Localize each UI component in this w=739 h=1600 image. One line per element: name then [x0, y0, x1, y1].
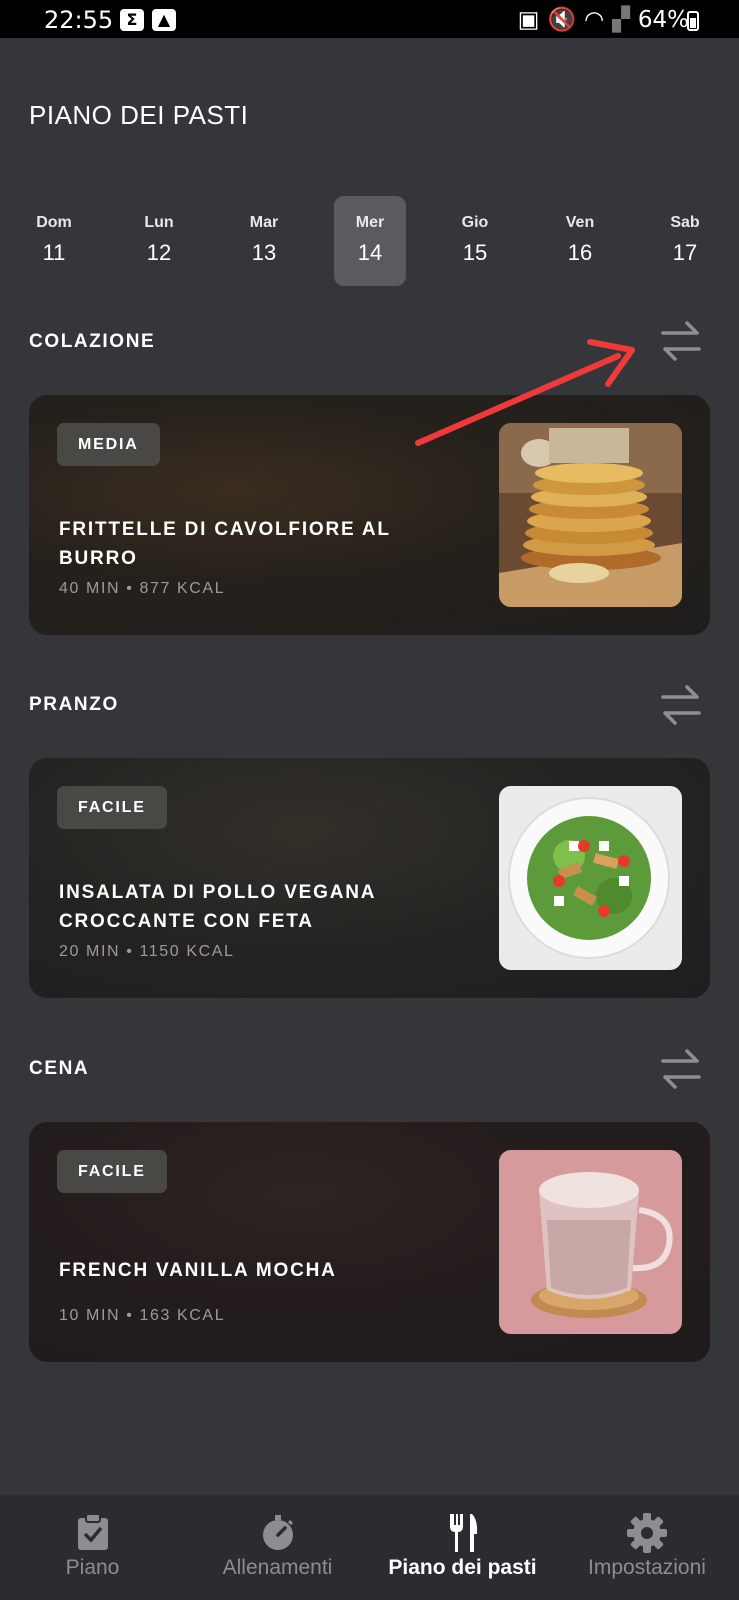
screenshot-icon: ▣	[517, 6, 540, 33]
meal-image-salad	[499, 786, 682, 970]
day-tuesday[interactable]: Mar 13	[228, 196, 300, 286]
meal-name: FRENCH VANILLA MOCHA	[59, 1260, 337, 1281]
difficulty-badge: FACILE	[57, 786, 167, 829]
nav-item-allenamenti[interactable]: Allenamenti	[185, 1495, 370, 1600]
status-time: 22:55	[44, 6, 114, 34]
stopwatch-icon	[262, 1515, 293, 1550]
day-monday[interactable]: Lun 12	[123, 196, 195, 286]
day-name: Ven	[565, 214, 595, 231]
day-sunday[interactable]: Dom 11	[18, 196, 90, 286]
week-day-selector: Dom 11 Lun 12 Mar 13 Mer 14 Gio 15 Ven 1…	[18, 196, 718, 286]
status-system-icons: ▣ 🔇 ◠ ▞ 64%	[517, 6, 689, 34]
day-date: 15	[462, 240, 488, 265]
meal-image-mocha	[499, 1150, 682, 1334]
day-name: Dom	[36, 214, 72, 231]
day-name: Gio	[461, 214, 489, 231]
day-thursday[interactable]: Gio 15	[439, 196, 511, 286]
gallery-icon: ▲	[152, 9, 176, 31]
section-title-lunch: PRANZO	[29, 694, 119, 715]
status-notification-icons: Σ ▲	[120, 9, 176, 31]
difficulty-badge: MEDIA	[57, 423, 160, 466]
meal-name: FRITTELLE DI CAVOLFIORE AL BURRO	[59, 519, 391, 569]
day-name: Lun	[144, 214, 174, 231]
day-name: Mar	[249, 214, 279, 231]
day-date: 14	[357, 240, 383, 265]
section-title-dinner: CENA	[29, 1058, 90, 1079]
day-date: 13	[251, 240, 277, 265]
difficulty-badge: FACILE	[57, 1150, 167, 1193]
nav-label: Allenamenti	[222, 1556, 333, 1579]
nav-item-impostazioni[interactable]: Impostazioni	[555, 1495, 739, 1600]
nav-label: Piano dei pasti	[388, 1556, 537, 1579]
status-bar: 22:55 Σ ▲ ▣ 🔇 ◠ ▞ 64%	[0, 0, 739, 38]
swap-arrows-icon[interactable]	[657, 317, 705, 365]
wifi-icon: ◠	[584, 6, 605, 33]
gear-icon	[627, 1513, 667, 1553]
day-date: 11	[42, 240, 66, 265]
meal-card-lunch[interactable]: FACILE INSALATA DI POLLO VEGANA CROCCANT…	[29, 758, 710, 998]
meal-meta: 20 MIN • 1150 KCAL	[59, 943, 235, 960]
signal-icon: ▞	[612, 6, 630, 33]
sigma-app-icon: Σ	[120, 9, 144, 31]
battery-icon	[687, 11, 699, 31]
nav-item-piano-dei-pasti[interactable]: Piano dei pasti	[370, 1495, 555, 1600]
meal-card-breakfast[interactable]: MEDIA FRITTELLE DI CAVOLFIORE AL BURRO 4…	[29, 395, 710, 635]
meal-meta: 10 MIN • 163 KCAL	[59, 1307, 226, 1324]
mute-icon: 🔇	[547, 7, 577, 33]
meal-image-fritters	[499, 423, 682, 607]
swap-arrows-icon[interactable]	[657, 1045, 705, 1093]
day-date: 12	[146, 240, 172, 265]
meal-meta: 40 MIN • 877 KCAL	[59, 580, 226, 597]
page-title: PIANO DEI PASTI	[29, 100, 249, 130]
day-wednesday-selected[interactable]: Mer 14	[334, 196, 406, 286]
day-name: Sab	[670, 214, 700, 231]
day-date: 17	[672, 240, 698, 265]
day-saturday[interactable]: Sab 17	[649, 196, 721, 286]
clipboard-check-icon	[77, 1513, 108, 1550]
nav-label: Piano	[65, 1556, 120, 1579]
fork-knife-icon	[449, 1514, 477, 1552]
day-date: 16	[567, 240, 593, 265]
meal-card-dinner[interactable]: FACILE FRENCH VANILLA MOCHA 10 MIN • 163…	[29, 1122, 710, 1362]
meal-name: INSALATA DI POLLO VEGANA CROCCANTE CON F…	[59, 882, 376, 932]
battery-percentage: 64%	[637, 6, 689, 33]
nav-item-piano[interactable]: Piano	[0, 1495, 185, 1600]
day-friday[interactable]: Ven 16	[544, 196, 616, 286]
bottom-navigation: Piano Allenamenti Piano dei pasti Impost…	[0, 1495, 739, 1600]
day-name: Mer	[355, 214, 385, 231]
swap-arrows-icon[interactable]	[657, 681, 705, 729]
nav-label: Impostazioni	[588, 1556, 706, 1579]
section-title-breakfast: COLAZIONE	[29, 331, 156, 352]
